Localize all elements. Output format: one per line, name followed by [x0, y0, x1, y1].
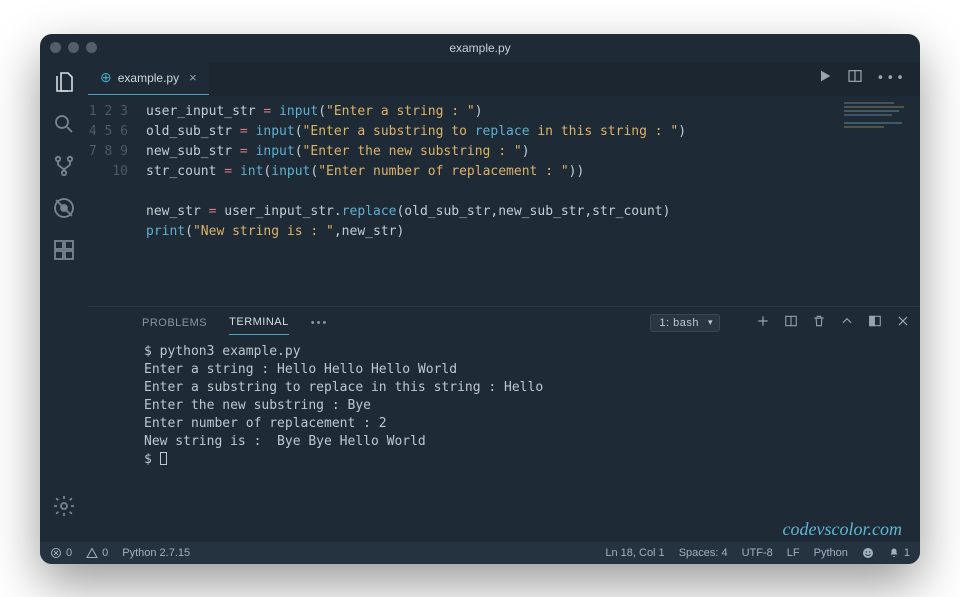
tab-label: example.py — [118, 71, 179, 85]
window-title: example.py — [40, 41, 920, 55]
editor-actions: ••• — [803, 62, 920, 95]
status-encoding[interactable]: UTF-8 — [742, 547, 773, 559]
watermark: codevscolor.com — [88, 519, 920, 542]
status-cursor[interactable]: Ln 18, Col 1 — [605, 547, 664, 559]
terminal-output[interactable]: $ python3 example.py Enter a string : He… — [88, 339, 920, 519]
status-python-version[interactable]: Python 2.7.15 — [122, 547, 190, 559]
editor-window: example.py — [40, 34, 920, 564]
python-file-icon: ⊕ — [100, 69, 112, 86]
terminal-selector[interactable]: 1: bash — [650, 314, 720, 332]
more-actions-icon[interactable]: ••• — [877, 71, 906, 86]
search-icon[interactable] — [52, 112, 76, 136]
source-control-icon[interactable] — [52, 154, 76, 178]
split-terminal-icon[interactable] — [784, 314, 798, 331]
close-panel-icon[interactable] — [896, 314, 910, 331]
code-content[interactable]: user_input_str = input("Enter a string :… — [140, 96, 920, 306]
editor-tabs: ⊕ example.py × ••• — [88, 62, 920, 96]
split-editor-icon[interactable] — [847, 68, 863, 88]
traffic-lights — [50, 42, 97, 53]
toggle-panel-icon[interactable] — [868, 314, 882, 331]
run-icon[interactable] — [817, 68, 833, 88]
debug-icon[interactable] — [52, 196, 76, 220]
panel-tab-terminal[interactable]: TERMINAL — [229, 310, 289, 335]
close-traffic[interactable] — [50, 42, 61, 53]
panel-tab-problems[interactable]: PROBLEMS — [142, 311, 207, 335]
maximize-panel-icon[interactable] — [840, 314, 854, 331]
close-tab-icon[interactable]: × — [189, 70, 197, 85]
panel-more-icon[interactable]: ••• — [311, 317, 329, 329]
status-notifications[interactable]: 1 — [888, 547, 910, 559]
status-spaces[interactable]: Spaces: 4 — [679, 547, 728, 559]
code-editor[interactable]: 1 2 3 4 5 6 7 8 9 10 user_input_str = in… — [88, 96, 920, 306]
kill-terminal-icon[interactable] — [812, 314, 826, 331]
minimap[interactable] — [844, 102, 914, 142]
activity-bar — [40, 62, 88, 542]
status-bar: 0 0 Python 2.7.15 Ln 18, Col 1 Spaces: 4… — [40, 542, 920, 564]
status-feedback-icon[interactable] — [862, 547, 874, 559]
status-eol[interactable]: LF — [787, 547, 800, 559]
zoom-traffic[interactable] — [86, 42, 97, 53]
settings-gear-icon[interactable] — [52, 494, 76, 518]
status-language[interactable]: Python — [814, 547, 848, 559]
new-terminal-icon[interactable] — [756, 314, 770, 331]
line-gutter: 1 2 3 4 5 6 7 8 9 10 — [88, 96, 140, 306]
tab-example-py[interactable]: ⊕ example.py × — [88, 62, 209, 95]
titlebar: example.py — [40, 34, 920, 62]
minimize-traffic[interactable] — [68, 42, 79, 53]
status-errors[interactable]: 0 — [50, 547, 72, 559]
status-warnings[interactable]: 0 — [86, 547, 108, 559]
explorer-icon[interactable] — [52, 70, 76, 94]
extensions-icon[interactable] — [52, 238, 76, 262]
bottom-panel: PROBLEMS TERMINAL ••• 1: bash $ python3 … — [88, 306, 920, 542]
